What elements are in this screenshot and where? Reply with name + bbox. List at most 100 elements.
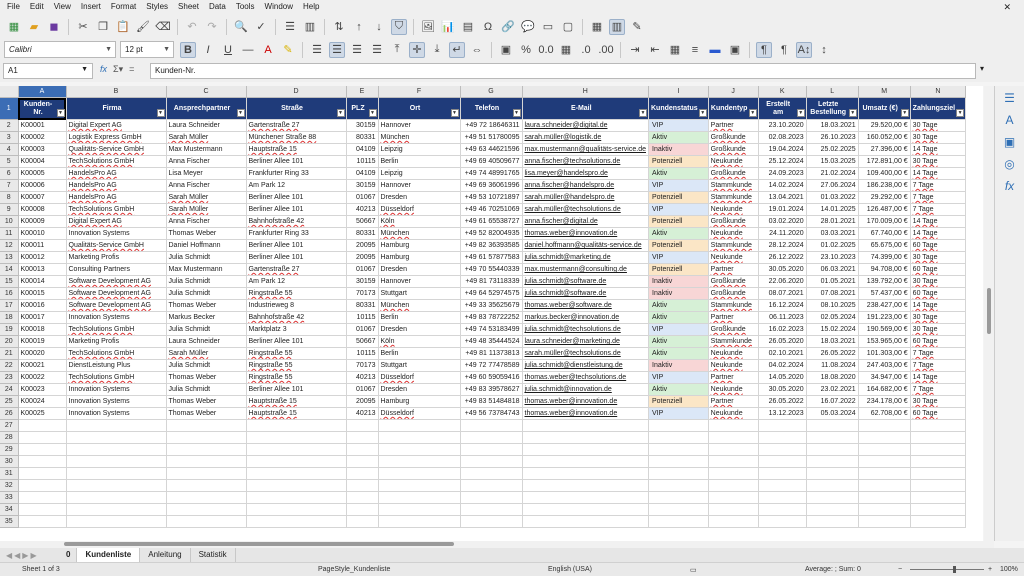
cell[interactable] bbox=[166, 479, 247, 493]
chevron-down-icon[interactable]: ▼ bbox=[81, 66, 88, 73]
autofilter-dropdown-icon[interactable]: ▼ bbox=[796, 109, 805, 118]
cell[interactable]: Dresden bbox=[378, 383, 461, 397]
cell[interactable] bbox=[378, 443, 461, 457]
cell[interactable]: Innovation Systems bbox=[66, 407, 167, 421]
cell[interactable]: München bbox=[378, 227, 461, 241]
sheet-tab-anleitung[interactable]: Anleitung bbox=[140, 548, 191, 562]
cell[interactable]: Marktplatz 3 bbox=[246, 323, 347, 337]
cell[interactable]: +49 69 36061996 bbox=[460, 179, 523, 193]
cell[interactable] bbox=[758, 491, 807, 505]
cell[interactable]: 11.08.2024 bbox=[806, 359, 859, 373]
row-header[interactable]: 2 bbox=[0, 119, 19, 133]
cell[interactable]: K00009 bbox=[18, 215, 67, 229]
cell[interactable] bbox=[648, 503, 709, 517]
insert-chart-icon[interactable]: 📊 bbox=[440, 19, 456, 35]
cell[interactable]: Dresden bbox=[378, 263, 461, 277]
cell[interactable] bbox=[858, 515, 911, 529]
row-header[interactable]: 17 bbox=[0, 299, 19, 313]
header-cell[interactable]: Erstellt am ▼ bbox=[758, 97, 807, 121]
cell[interactable]: K00002 bbox=[18, 131, 67, 145]
cell[interactable] bbox=[522, 431, 649, 445]
sort-icon[interactable]: ⇅ bbox=[331, 19, 347, 35]
column-header[interactable]: L bbox=[806, 86, 859, 99]
cell[interactable]: max.mustermann@qualitäts-service.de bbox=[522, 143, 649, 157]
cell[interactable]: Julia Schmidt bbox=[166, 323, 247, 337]
cell[interactable]: Thomas Weber bbox=[166, 371, 247, 385]
font-size-combo[interactable]: 12 pt ▼ bbox=[120, 41, 174, 58]
cell[interactable]: Marketing Profis bbox=[66, 251, 167, 265]
cell[interactable]: Dresden bbox=[378, 191, 461, 205]
spreadsheet-grid[interactable]: A B C D E F G H I J K L M N 1 Kunden-Nr. ▼ Firma ▼ Ansprech… bbox=[0, 86, 983, 541]
pivot-table-icon[interactable]: ▤ bbox=[460, 19, 476, 35]
cell[interactable] bbox=[522, 479, 649, 493]
cell[interactable] bbox=[378, 491, 461, 505]
cell[interactable]: sarah.müller@techsolutions.de bbox=[522, 203, 649, 217]
open-folder-icon[interactable]: ▰ bbox=[26, 19, 42, 35]
cell[interactable]: Innovation Systems bbox=[66, 227, 167, 241]
cell[interactable]: Potenziell bbox=[648, 191, 709, 205]
header-cell[interactable]: Ansprechpartner ▼ bbox=[166, 97, 247, 121]
cell[interactable]: Laura Schneider bbox=[166, 335, 247, 349]
text-direction-ltr-icon[interactable]: ¶ bbox=[756, 41, 772, 58]
cell[interactable]: 14 Tage bbox=[910, 227, 967, 241]
cell[interactable]: 16.07.2022 bbox=[806, 395, 859, 409]
cell[interactable]: Ringstraße 55 bbox=[246, 287, 347, 301]
column-header[interactable]: K bbox=[758, 86, 807, 99]
column-header[interactable]: B bbox=[66, 86, 167, 99]
font-color-icon[interactable]: A bbox=[260, 42, 276, 58]
cell[interactable]: 30.05.2020 bbox=[758, 263, 807, 277]
calc-summary[interactable]: Average: ; Sum: 0 bbox=[805, 566, 861, 573]
cell[interactable]: Hamburg bbox=[378, 251, 461, 265]
cell[interactable]: Aktiv bbox=[648, 299, 709, 313]
cell[interactable] bbox=[758, 503, 807, 517]
cell[interactable]: 16.02.2023 bbox=[758, 323, 807, 337]
cell[interactable] bbox=[806, 491, 859, 505]
cut-icon[interactable]: ✂ bbox=[75, 19, 91, 35]
cell[interactable]: K00012 bbox=[18, 251, 67, 265]
cell[interactable]: 26.05.2020 bbox=[758, 335, 807, 349]
autofilter-dropdown-icon[interactable]: ▼ bbox=[900, 109, 909, 118]
cell[interactable]: 10115 bbox=[346, 155, 379, 169]
cell[interactable]: max.mustermann@consulting.de bbox=[522, 263, 649, 277]
cell[interactable]: Bahnhofstraße 42 bbox=[246, 215, 347, 229]
cell[interactable]: 30 Tage bbox=[910, 119, 967, 133]
cell[interactable]: K00024 bbox=[18, 395, 67, 409]
cell[interactable] bbox=[166, 491, 247, 505]
column-header[interactable]: M bbox=[858, 86, 911, 99]
cell[interactable]: 50667 bbox=[346, 335, 379, 349]
cell[interactable]: HandelsPro AG bbox=[66, 191, 167, 205]
row-header[interactable]: 31 bbox=[0, 467, 19, 481]
horizontal-scrollbar[interactable] bbox=[0, 541, 994, 548]
cell[interactable]: K00010 bbox=[18, 227, 67, 241]
row-header[interactable]: 7 bbox=[0, 179, 19, 193]
cell[interactable]: 01067 bbox=[346, 191, 379, 205]
cell[interactable]: 23.10.2020 bbox=[758, 119, 807, 133]
cell[interactable]: Ringstraße 55 bbox=[246, 347, 347, 361]
cell[interactable]: Aktiv bbox=[648, 335, 709, 349]
cell[interactable]: Hannover bbox=[378, 179, 461, 193]
cell[interactable]: 01067 bbox=[346, 323, 379, 337]
cell[interactable] bbox=[858, 467, 911, 481]
cell[interactable] bbox=[166, 467, 247, 481]
cell[interactable]: 10115 bbox=[346, 347, 379, 361]
cell[interactable]: 05.03.2024 bbox=[806, 407, 859, 421]
cell[interactable]: 20095 bbox=[346, 395, 379, 409]
cell[interactable] bbox=[806, 443, 859, 457]
cell[interactable]: markus.becker@innovation.de bbox=[522, 311, 649, 325]
header-cell[interactable]: Letzte Bestellung ▼ bbox=[806, 97, 859, 121]
cell[interactable]: Digital Expert AG bbox=[66, 119, 167, 133]
cell[interactable]: Stammkunde bbox=[708, 299, 759, 313]
cell[interactable]: 29.292,00 € bbox=[858, 191, 911, 205]
decrease-indent-icon[interactable]: ⇤ bbox=[647, 42, 663, 58]
cell[interactable]: Software Development AG bbox=[66, 299, 167, 313]
cell[interactable]: München bbox=[378, 299, 461, 313]
cell[interactable]: Industrieweg 8 bbox=[246, 299, 347, 313]
cell[interactable]: +49 81 73118339 bbox=[460, 275, 523, 289]
cell[interactable]: Qualitäts-Service GmbH bbox=[66, 239, 167, 253]
function-wizard-icon[interactable]: fx bbox=[100, 64, 107, 75]
cell[interactable]: TechSolutions GmbH bbox=[66, 371, 167, 385]
borders-icon[interactable]: ▦ bbox=[667, 42, 683, 58]
cell[interactable]: 172.891,00 € bbox=[858, 155, 911, 169]
cell[interactable] bbox=[460, 443, 523, 457]
cell[interactable] bbox=[806, 479, 859, 493]
